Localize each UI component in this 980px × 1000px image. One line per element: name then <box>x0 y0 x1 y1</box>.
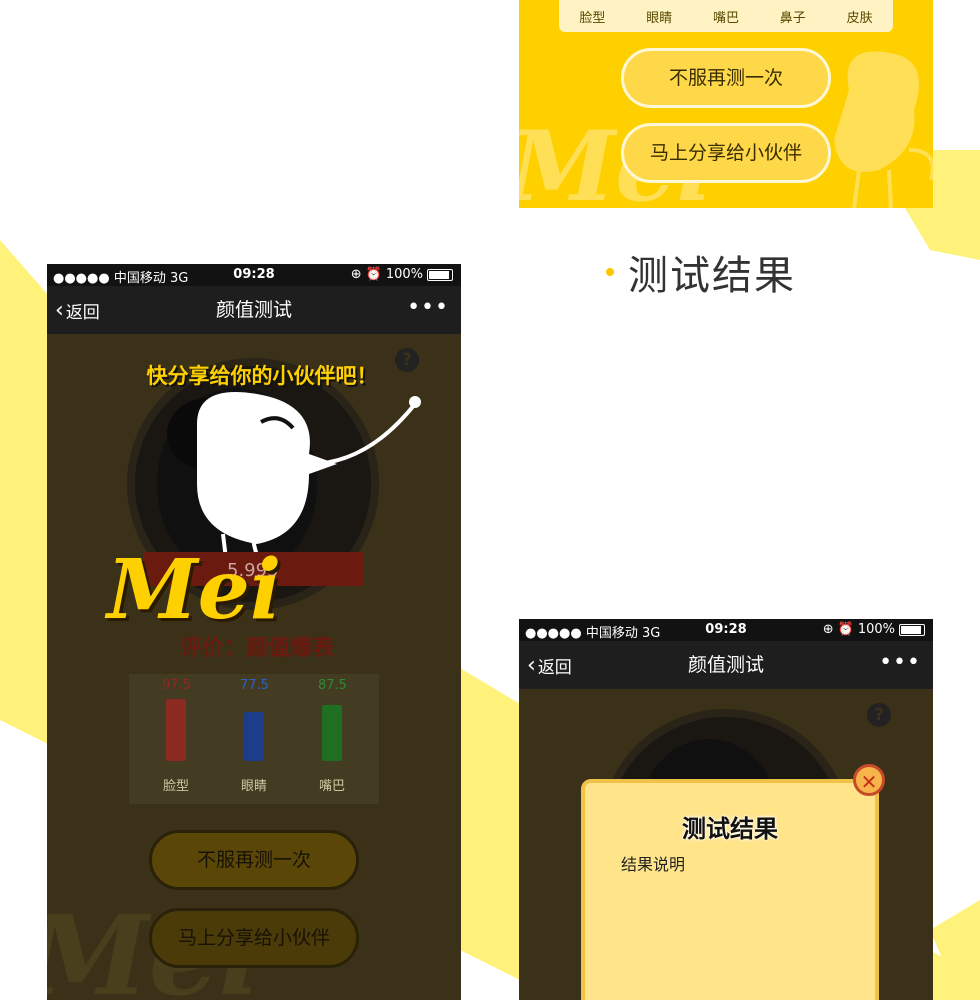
battery-percent: 100% <box>857 622 895 637</box>
meter-mouth: 87.5 嘴巴 <box>318 678 347 794</box>
meter-label: 脸型 <box>162 779 189 794</box>
meter-value: 77.5 <box>240 678 269 693</box>
share-hint: 快分享给你的小伙伴吧！ <box>146 364 378 388</box>
meter-bar <box>322 705 342 761</box>
mei-logo: Mei <box>107 542 282 638</box>
status-bar: ●●●●● 中国移动 3G 09:28 ⊕ ⏰ 100% <box>47 264 461 286</box>
result-modal: 测试结果 结果说明 <box>581 779 879 1000</box>
phone-result-modal-screen: ●●●●● 中国移动 3G 09:28 ⊕ ⏰ 100% ‹ 返回 颜值测试 •… <box>519 619 933 1000</box>
battery-icon <box>427 268 453 281</box>
alarm-icon: ⏰ <box>837 622 854 637</box>
modal-description: 结果说明 <box>621 855 686 874</box>
meter-value: 97.5 <box>162 678 191 693</box>
bullet-dot <box>606 268 614 276</box>
lock-icon: ⊕ <box>350 267 362 282</box>
phone-share-screen: ●●●●● 中国移动 3G 09:28 ⊕ ⏰ 100% ‹ 返回 颜值测试 •… <box>47 264 461 1000</box>
meter-face: 97.5 脸型 <box>162 678 191 794</box>
lock-icon: ⊕ <box>822 622 834 637</box>
retry-button[interactable]: 不服再测一次 <box>621 48 831 108</box>
battery-icon <box>899 623 925 636</box>
status-right: ⊕ ⏰ 100% <box>351 267 453 282</box>
alarm-icon: ⏰ <box>365 267 382 282</box>
status-bar: ●●●●● 中国移动 3G 09:28 ⊕ ⏰ 100% <box>519 619 933 641</box>
status-right: ⊕ ⏰ 100% <box>823 622 925 637</box>
tagline: 评价：颜值爆表 <box>179 636 334 661</box>
close-icon[interactable]: ✕ <box>853 764 885 796</box>
meter-eyes: 77.5 眼睛 <box>240 678 269 794</box>
nav-title: 颜值测试 <box>687 654 764 676</box>
retry-button[interactable]: 不服再测一次 <box>149 830 359 890</box>
more-button[interactable]: ••• <box>879 641 921 689</box>
result-card-partial: 脸型 眼睛 嘴巴 鼻子 皮肤 Mei 不服再测一次 马上分享给小伙伴 <box>519 0 933 208</box>
battery-percent: 100% <box>385 267 423 282</box>
meter-bar <box>244 712 264 761</box>
nav-bar: ‹ 返回 颜值测试 ••• <box>47 286 461 334</box>
meter-label: 嘴巴 <box>318 779 345 794</box>
nav-title: 颜值测试 <box>215 299 292 321</box>
score-meters: 97.5 脸型 77.5 眼睛 87.5 嘴巴 <box>129 674 379 804</box>
meter-label: 眼睛 <box>240 779 267 794</box>
section-title: 测试结果 <box>606 244 866 300</box>
more-button[interactable]: ••• <box>407 286 449 334</box>
nav-bar: ‹ 返回 颜值测试 ••• <box>519 641 933 689</box>
meter-bar <box>166 699 186 761</box>
share-button[interactable]: 马上分享给小伙伴 <box>149 908 359 968</box>
section-title-text: 测试结果 <box>628 253 796 299</box>
modal-title: 测试结果 <box>682 815 778 843</box>
meter-value: 87.5 <box>318 678 347 693</box>
share-button[interactable]: 马上分享给小伙伴 <box>621 123 831 183</box>
